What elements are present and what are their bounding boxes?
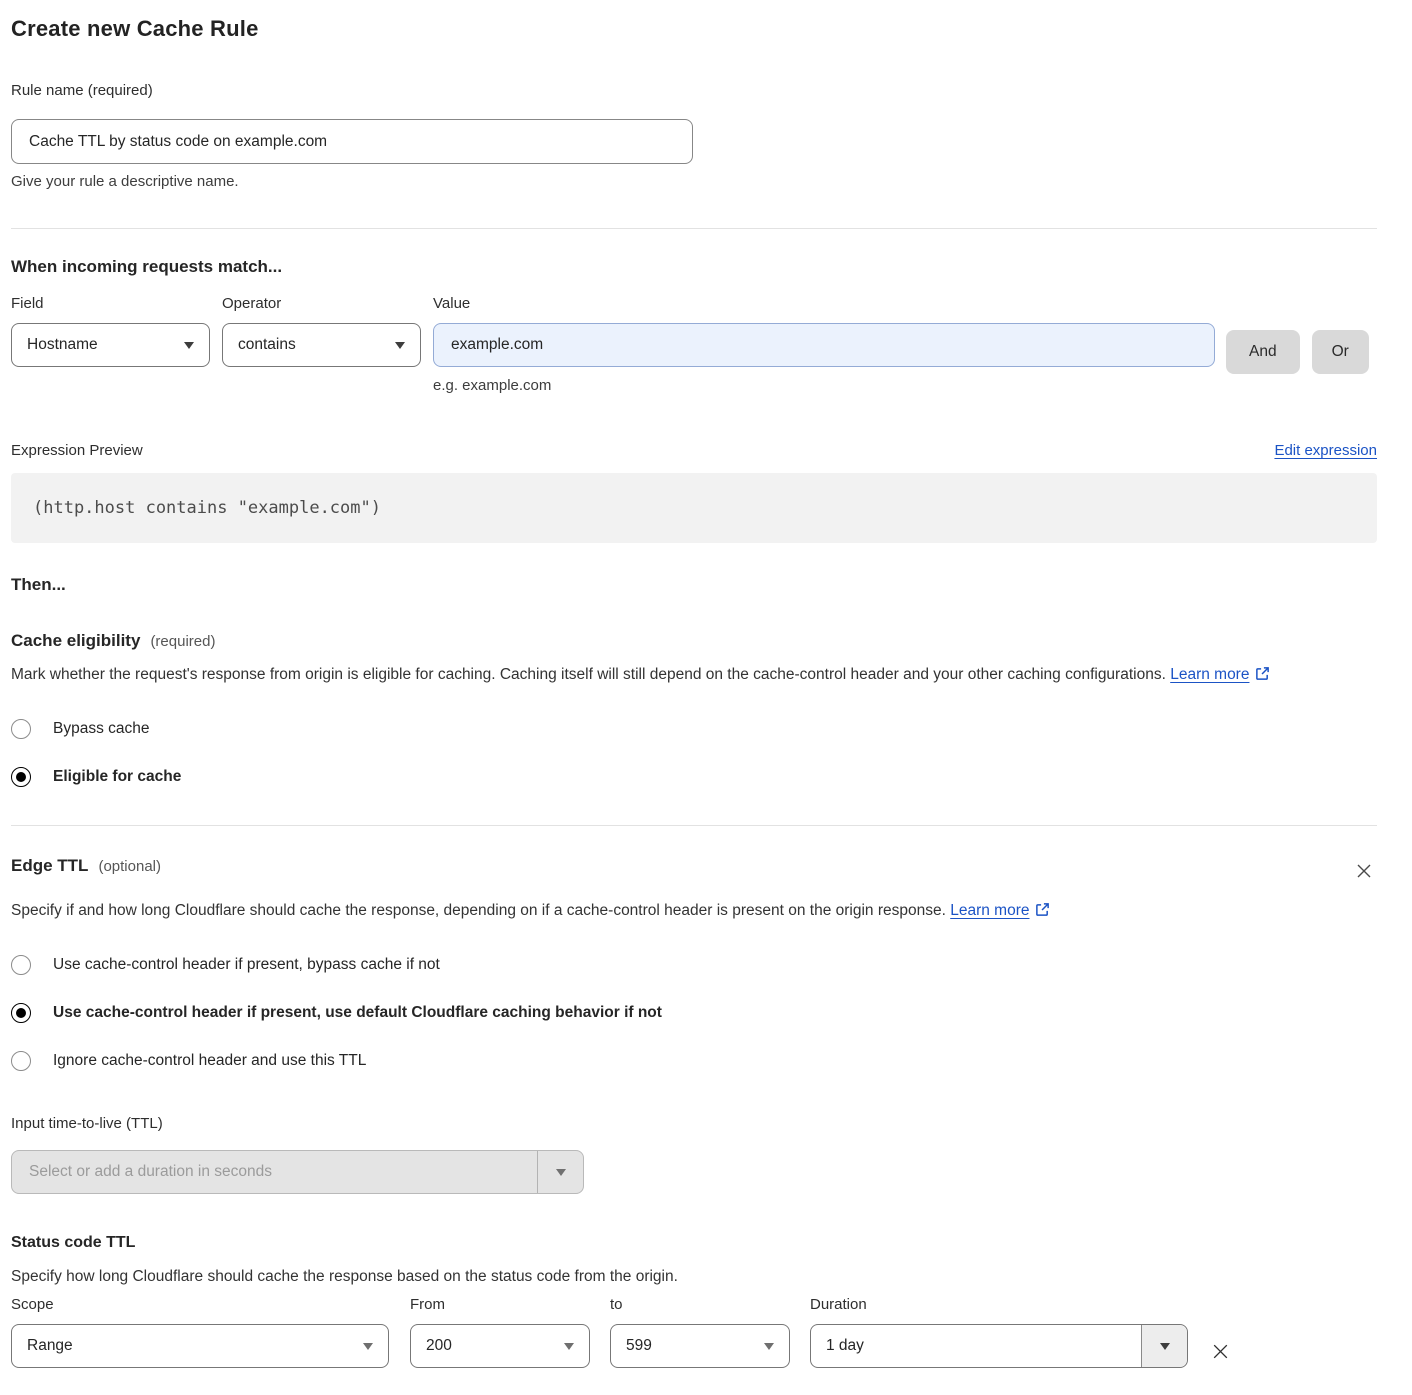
duration-select[interactable]: 1 day	[810, 1324, 1188, 1368]
radio-label: Ignore cache-control header and use this…	[53, 1052, 366, 1070]
remove-status-ttl-button[interactable]	[1208, 1339, 1233, 1367]
edit-expression-link[interactable]: Edit expression	[1274, 442, 1377, 459]
edge-ttl-description-text: Specify if and how long Cloudflare shoul…	[11, 902, 946, 919]
create-cache-rule-form: Create new Cache Rule Rule name (require…	[0, 0, 1412, 1395]
rule-name-helper: Give your rule a descriptive name.	[11, 173, 1377, 190]
required-tag: (required)	[150, 633, 215, 650]
radio-option-cc-bypass[interactable]: Use cache-control header if present, byp…	[11, 955, 1377, 975]
radio-label: Use cache-control header if present, byp…	[53, 956, 440, 974]
cache-eligibility-learn-more-link[interactable]: Learn more	[1170, 666, 1249, 683]
field-select-value: Hostname	[27, 336, 98, 354]
cache-eligibility-description: Mark whether the request's response from…	[11, 661, 1356, 691]
radio-checked-icon[interactable]	[11, 1003, 31, 1023]
chevron-down-icon[interactable]	[537, 1151, 583, 1193]
chevron-down-icon[interactable]	[1141, 1325, 1187, 1367]
status-code-ttl-description: Specify how long Cloudflare should cache…	[11, 1268, 1377, 1286]
to-select[interactable]: 599	[610, 1324, 790, 1368]
from-select[interactable]: 200	[410, 1324, 590, 1368]
page-title: Create new Cache Rule	[11, 16, 1377, 42]
section-divider	[11, 825, 1377, 826]
status-code-ttl-row: Scope Range From 200 to 599 Duration 1 d…	[11, 1296, 1377, 1375]
field-select[interactable]: Hostname	[11, 323, 210, 367]
from-label: From	[410, 1296, 590, 1313]
expression-code-block: (http.host contains "example.com")	[11, 473, 1377, 543]
cache-eligibility-description-text: Mark whether the request's response from…	[11, 666, 1166, 683]
external-link-icon	[1255, 663, 1270, 691]
scope-label: Scope	[11, 1296, 389, 1313]
operator-select-value: contains	[238, 336, 296, 354]
to-select-value: 599	[626, 1337, 652, 1355]
radio-unchecked-icon[interactable]	[11, 1051, 31, 1071]
duration-select-value: 1 day	[826, 1337, 864, 1355]
rule-name-label: Rule name (required)	[11, 82, 1377, 99]
operator-select[interactable]: contains	[222, 323, 421, 367]
value-input[interactable]	[433, 323, 1215, 367]
value-label: Value	[433, 295, 1215, 312]
edge-ttl-learn-more-link[interactable]: Learn more	[950, 902, 1029, 919]
ttl-input-label: Input time-to-live (TTL)	[11, 1115, 1377, 1132]
radio-label: Use cache-control header if present, use…	[53, 1004, 662, 1022]
chevron-down-icon	[184, 342, 194, 349]
edge-ttl-description: Specify if and how long Cloudflare shoul…	[11, 897, 1116, 927]
optional-tag: (optional)	[98, 858, 161, 875]
value-helper: e.g. example.com	[433, 377, 1215, 394]
match-row: Field Hostname Operator contains Value e…	[11, 295, 1377, 394]
close-icon	[1355, 862, 1373, 880]
radio-checked-icon[interactable]	[11, 767, 31, 787]
external-link-icon	[1035, 899, 1050, 927]
chevron-down-icon	[764, 1343, 774, 1350]
radio-unchecked-icon[interactable]	[11, 719, 31, 739]
close-icon	[1210, 1341, 1231, 1362]
duration-label: Duration	[810, 1296, 1188, 1313]
from-select-value: 200	[426, 1337, 452, 1355]
radio-option-ignore-cc[interactable]: Ignore cache-control header and use this…	[11, 1051, 1377, 1071]
radio-unchecked-icon[interactable]	[11, 955, 31, 975]
cache-eligibility-heading: Cache eligibility	[11, 631, 140, 651]
scope-select-value: Range	[27, 1337, 73, 1355]
edge-ttl-heading: Edge TTL	[11, 856, 88, 876]
radio-label: Bypass cache	[53, 720, 150, 738]
field-label: Field	[11, 295, 210, 312]
radio-option-cc-default[interactable]: Use cache-control header if present, use…	[11, 1003, 1377, 1023]
ttl-select-placeholder: Select or add a duration in seconds	[12, 1163, 289, 1181]
edge-ttl-close-button[interactable]	[1351, 858, 1377, 887]
status-code-ttl-heading: Status code TTL	[11, 1234, 1377, 1252]
operator-label: Operator	[222, 295, 421, 312]
expression-preview-label: Expression Preview	[11, 442, 143, 459]
ttl-duration-select[interactable]: Select or add a duration in seconds	[11, 1150, 584, 1194]
or-button[interactable]: Or	[1312, 330, 1369, 374]
chevron-down-icon	[564, 1343, 574, 1350]
then-heading: Then...	[11, 575, 1377, 595]
match-heading: When incoming requests match...	[11, 257, 1377, 277]
rule-name-input[interactable]	[11, 119, 693, 164]
radio-option-eligible-for-cache[interactable]: Eligible for cache	[11, 767, 1377, 787]
radio-label: Eligible for cache	[53, 768, 181, 786]
chevron-down-icon	[395, 342, 405, 349]
to-label: to	[610, 1296, 790, 1313]
section-divider	[11, 228, 1377, 229]
scope-select[interactable]: Range	[11, 1324, 389, 1368]
radio-option-bypass-cache[interactable]: Bypass cache	[11, 719, 1377, 739]
chevron-down-icon	[363, 1343, 373, 1350]
and-button[interactable]: And	[1226, 330, 1300, 374]
